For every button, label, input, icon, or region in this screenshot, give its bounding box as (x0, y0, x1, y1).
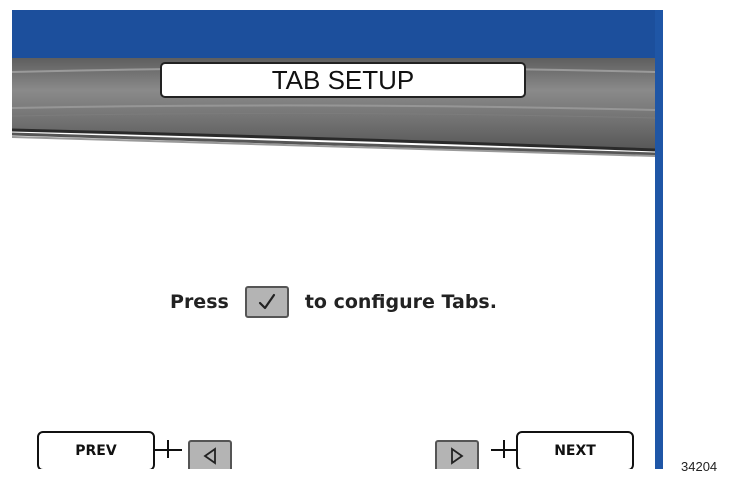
screen-edge (655, 10, 663, 469)
next-button[interactable]: NEXT (516, 431, 634, 469)
checkmark-icon (244, 286, 289, 318)
prev-connector-tail (169, 449, 182, 451)
page-title: TAB SETUP (160, 62, 526, 98)
next-connector (491, 449, 503, 451)
instruction-text: Press to configure Tabs. (12, 282, 655, 322)
prev-connector (155, 449, 167, 451)
instruction-suffix: to configure Tabs. (304, 291, 497, 313)
triangle-left-icon[interactable] (188, 440, 232, 469)
instruction-prefix: Press (170, 291, 229, 313)
prev-button[interactable]: PREV (37, 431, 155, 469)
triangle-right-icon[interactable] (435, 440, 479, 469)
next-connector-tail (505, 449, 516, 451)
figure-number: 34204 (681, 459, 718, 474)
device-screen: TAB SETUP Press to configure Tabs. PREV … (12, 10, 663, 469)
